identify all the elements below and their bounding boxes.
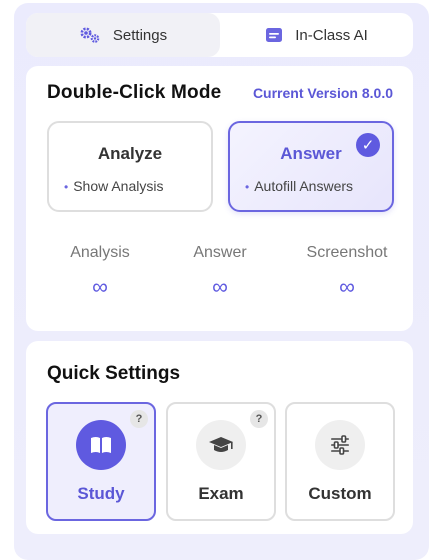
mode-feature-analyze-text: Show Analysis xyxy=(73,178,164,194)
double-click-mode-title: Double-Click Mode xyxy=(47,82,222,103)
ai-window-icon xyxy=(265,27,283,43)
mode-feature-answer: • Autofill Answers xyxy=(245,178,353,194)
stat-answer: Answer ∞ xyxy=(155,244,285,298)
bullet-icon: • xyxy=(64,180,69,194)
quick-option-study[interactable]: ? Study xyxy=(46,402,156,521)
mode-title-analyze: Analyze xyxy=(97,144,163,163)
tab-in-class-ai[interactable]: In-Class AI xyxy=(220,13,413,57)
stat-screenshot-label: Screenshot xyxy=(306,244,388,261)
book-icon xyxy=(76,420,126,470)
version-label: Current Version 8.0.0 xyxy=(252,85,393,101)
quick-option-custom[interactable]: Custom xyxy=(285,402,395,521)
gears-icon xyxy=(79,26,101,44)
tab-bar: Settings In-Class AI xyxy=(26,13,413,57)
stat-analysis: Analysis ∞ xyxy=(35,244,165,298)
mode-title-answer: Answer xyxy=(280,144,342,163)
stat-answer-value: ∞ xyxy=(212,274,228,299)
tab-settings-label: Settings xyxy=(112,26,168,44)
tab-in-class-ai-label: In-Class AI xyxy=(295,26,368,44)
quick-settings-card: Quick Settings ? Study ? Exam Custom xyxy=(26,341,413,534)
stat-screenshot-value: ∞ xyxy=(339,274,355,299)
quick-option-exam-label: Exam xyxy=(198,484,244,503)
help-icon[interactable]: ? xyxy=(130,410,148,428)
quick-option-exam[interactable]: ? Exam xyxy=(166,402,276,521)
stat-analysis-value: ∞ xyxy=(92,274,108,299)
mode-feature-answer-text: Autofill Answers xyxy=(254,178,354,194)
stat-analysis-label: Analysis xyxy=(70,244,130,261)
mode-option-analyze[interactable]: Analyze • Show Analysis xyxy=(47,121,213,212)
quick-option-study-label: Study xyxy=(77,484,125,503)
mode-option-answer[interactable]: ✓ Answer • Autofill Answers xyxy=(228,121,394,212)
mode-feature-analyze: • Show Analysis xyxy=(64,178,163,194)
help-icon[interactable]: ? xyxy=(250,410,268,428)
double-click-mode-card: Double-Click Mode Current Version 8.0.0 … xyxy=(26,66,413,331)
tab-settings[interactable]: Settings xyxy=(26,13,220,57)
graduation-cap-icon xyxy=(196,420,246,470)
quick-option-custom-label: Custom xyxy=(308,484,372,503)
bullet-icon: • xyxy=(245,180,250,194)
quick-settings-title: Quick Settings xyxy=(47,363,181,384)
stat-screenshot: Screenshot ∞ xyxy=(282,244,412,298)
sliders-icon xyxy=(315,420,365,470)
stat-answer-label: Answer xyxy=(193,244,247,261)
